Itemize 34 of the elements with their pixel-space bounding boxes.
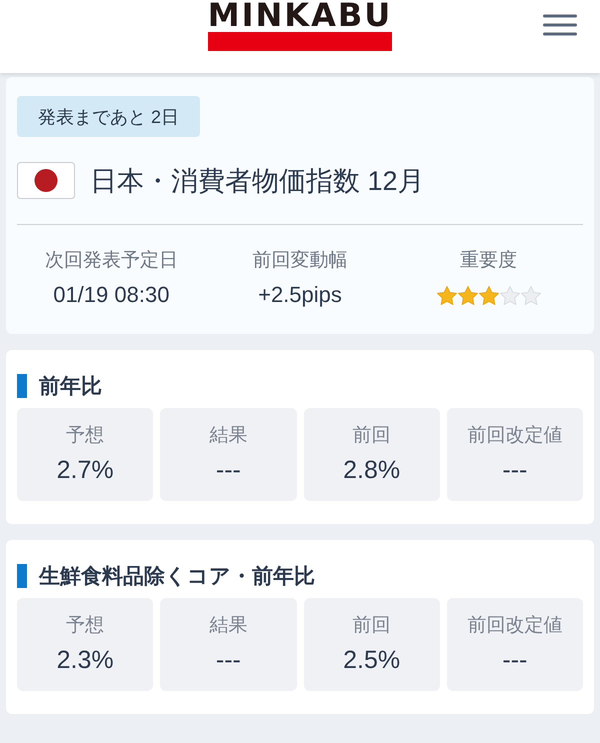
- filled-star-icon: [478, 286, 499, 304]
- detail-label: 重要度: [460, 249, 518, 273]
- stat-value: 2.8%: [343, 455, 400, 485]
- menu-button[interactable]: [542, 13, 578, 37]
- section-heading: 生鮮食料品除くコア・前年比: [39, 564, 315, 590]
- stat-label: 前回改定値: [467, 424, 562, 448]
- stat-label: 前回改定値: [467, 614, 562, 638]
- countdown-badge: 発表まであと 2日: [17, 96, 200, 137]
- menu-icon: [543, 14, 577, 36]
- stat-value: 2.3%: [56, 645, 114, 675]
- stat-label: 前回: [352, 424, 391, 448]
- stat-label: 前回: [352, 614, 391, 638]
- stat-value: ---: [216, 455, 241, 485]
- stat-label: 結果: [209, 614, 248, 638]
- stat-value: ---: [502, 645, 528, 675]
- heading-marker: [17, 564, 27, 588]
- detail-label: 次回発表予定日: [44, 249, 178, 273]
- section-heading: 前年比: [39, 374, 102, 400]
- filled-star-icon: [458, 286, 478, 304]
- stat-label: 予想: [66, 424, 104, 448]
- detail-value: +2.5pips: [258, 282, 342, 308]
- stat-value: ---: [502, 455, 528, 485]
- stat-value: 2.7%: [56, 455, 114, 485]
- stat-value: 2.5%: [343, 645, 400, 675]
- detail-label: 前回変動幅: [252, 249, 348, 273]
- stat-value: ---: [216, 645, 241, 675]
- filled-star-icon: [436, 286, 457, 304]
- flag-icon: [17, 162, 75, 199]
- detail-value: 01/19 08:30: [53, 282, 170, 308]
- event-title: 日本・消費者物価指数 12月: [90, 164, 425, 198]
- stat-label: 予想: [66, 614, 104, 638]
- stat-label: 結果: [209, 424, 248, 448]
- site-logo[interactable]: MINKABU: [208, 0, 392, 51]
- heading-marker: [17, 374, 27, 398]
